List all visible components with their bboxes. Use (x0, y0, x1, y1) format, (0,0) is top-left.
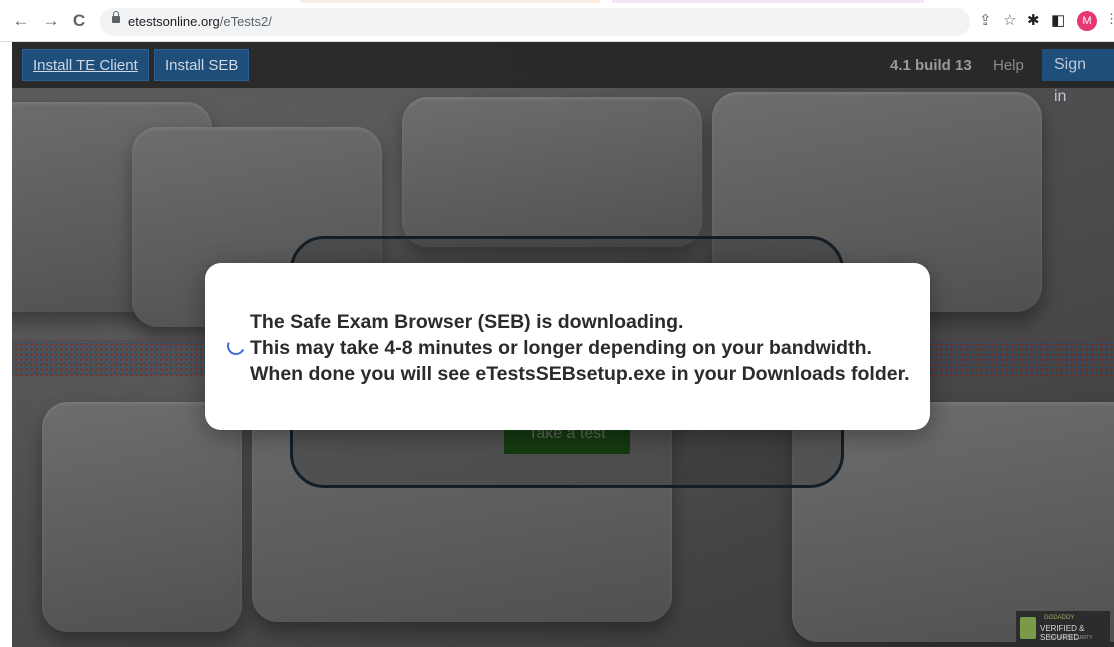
help-link[interactable]: Help (993, 57, 1024, 74)
install-seb-button[interactable]: Install SEB (154, 49, 250, 81)
badge-brand: GODADDY (1044, 615, 1075, 621)
badge-sub: VERIFY SECURITY (1048, 635, 1093, 641)
modal-line-1: The Safe Exam Browser (SEB) is downloadi… (250, 311, 684, 333)
site-navbar: Install TE Client Install SEB 4.1 build … (12, 42, 1114, 105)
modal-message: The Safe Exam Browser (SEB) is downloadi… (250, 309, 910, 387)
loading-spinner-icon (224, 334, 248, 358)
back-button[interactable]: ← (12, 12, 30, 30)
browser-toolbar: ← → C etestsonline.org/eTests2/ ⇪ ☆ ✱ ◧ … (0, 0, 1114, 42)
version-label: 4.1 build 13 (890, 57, 972, 74)
download-modal: The Safe Exam Browser (SEB) is downloadi… (205, 263, 930, 430)
url-text[interactable]: etestsonline.org/eTests2/ (128, 14, 272, 29)
shield-icon (1020, 617, 1036, 639)
puzzle-icon[interactable]: ✱ (1027, 12, 1040, 30)
tab-strip (0, 0, 1114, 4)
profile-avatar[interactable]: M (1077, 11, 1097, 31)
modal-line-3: When done you will see eTestsSEBsetup.ex… (250, 363, 910, 385)
modal-line-2: This may take 4-8 minutes or longer depe… (250, 337, 872, 359)
url-host: etestsonline.org (128, 14, 220, 29)
reload-button[interactable]: C (70, 12, 88, 30)
lock-icon[interactable] (112, 11, 120, 23)
menu-icon[interactable]: ⋮ (1105, 11, 1114, 27)
sidepanel-icon[interactable]: ◧ (1051, 12, 1065, 30)
share-icon[interactable]: ⇪ (979, 12, 992, 30)
address-bar[interactable]: etestsonline.org/eTests2/ (100, 8, 970, 36)
security-badge[interactable]: GODADDY VERIFIED & SECURED VERIFY SECURI… (1016, 611, 1110, 645)
forward-button[interactable]: → (42, 12, 60, 30)
sign-in-button[interactable]: Sign in (1042, 49, 1114, 105)
url-path: /eTests2/ (219, 14, 272, 29)
install-te-client-button[interactable]: Install TE Client (22, 49, 149, 81)
star-icon[interactable]: ☆ (1003, 12, 1016, 30)
